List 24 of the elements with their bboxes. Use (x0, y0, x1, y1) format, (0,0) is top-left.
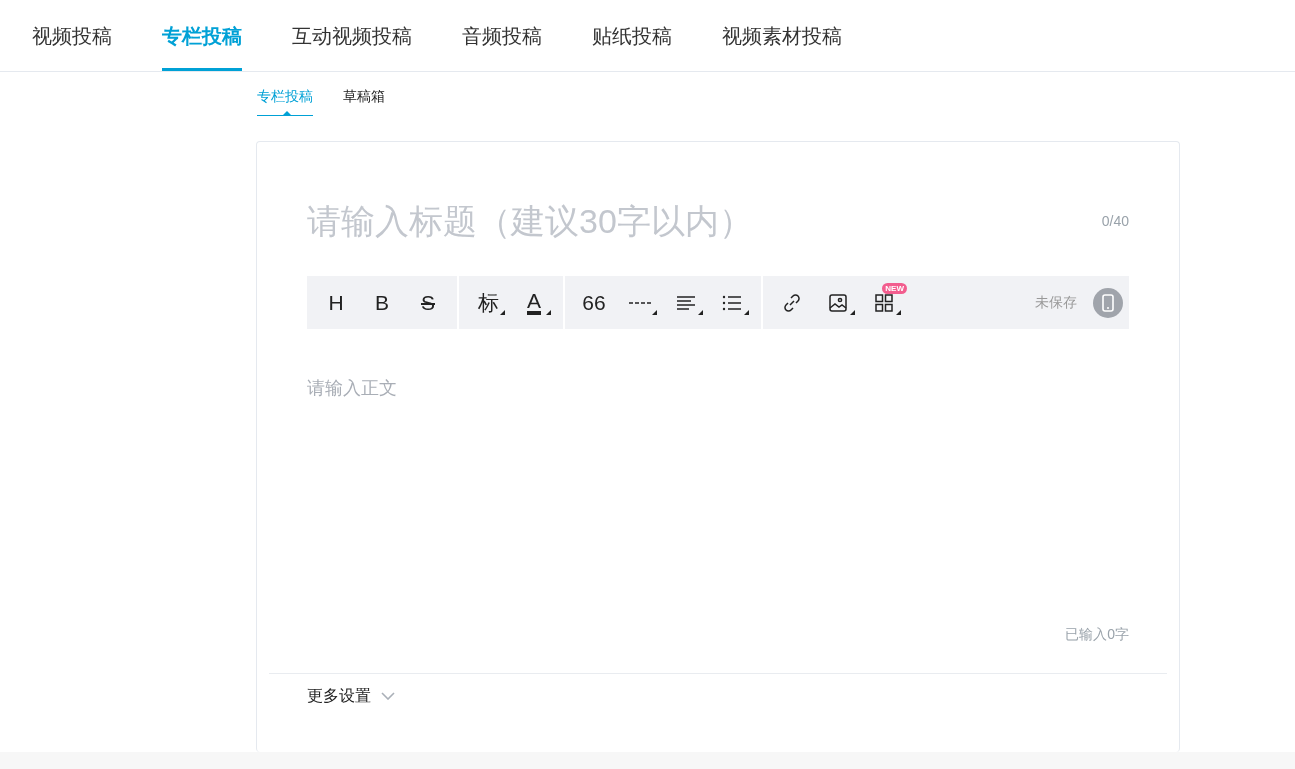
format-button[interactable]: 66 (571, 282, 617, 323)
image-icon (828, 292, 848, 313)
nav-tab[interactable]: 互动视频投稿 (292, 0, 412, 71)
divider-line-icon (629, 301, 651, 304)
format-button[interactable]: B (359, 282, 405, 323)
word-count: 已输入0字 (1065, 625, 1129, 644)
strikethrough-button[interactable]: S (405, 282, 451, 323)
format-button[interactable]: 标 (465, 282, 511, 323)
title-counter: 0/40 (1101, 211, 1129, 231)
pointer-icon (283, 111, 291, 115)
link-icon (782, 292, 802, 313)
more-settings-button[interactable]: 更多设置 (307, 684, 395, 708)
phone-icon (1102, 293, 1114, 312)
nav-tab[interactable]: 贴纸投稿 (592, 0, 672, 71)
save-status: 未保存 (1035, 293, 1077, 312)
nav-tab[interactable]: 视频投稿 (32, 0, 112, 71)
grid-icon (874, 292, 894, 313)
format-button[interactable]: H (313, 282, 359, 323)
new-badge: NEW (882, 282, 907, 294)
nav-tab[interactable]: 音频投稿 (462, 0, 542, 71)
nav-tab[interactable]: 视频素材投稿 (722, 0, 842, 71)
font-color-button[interactable]: A (511, 282, 557, 323)
chevron-down-icon (381, 692, 395, 700)
sub-tab[interactable]: 草稿箱 (343, 86, 385, 116)
